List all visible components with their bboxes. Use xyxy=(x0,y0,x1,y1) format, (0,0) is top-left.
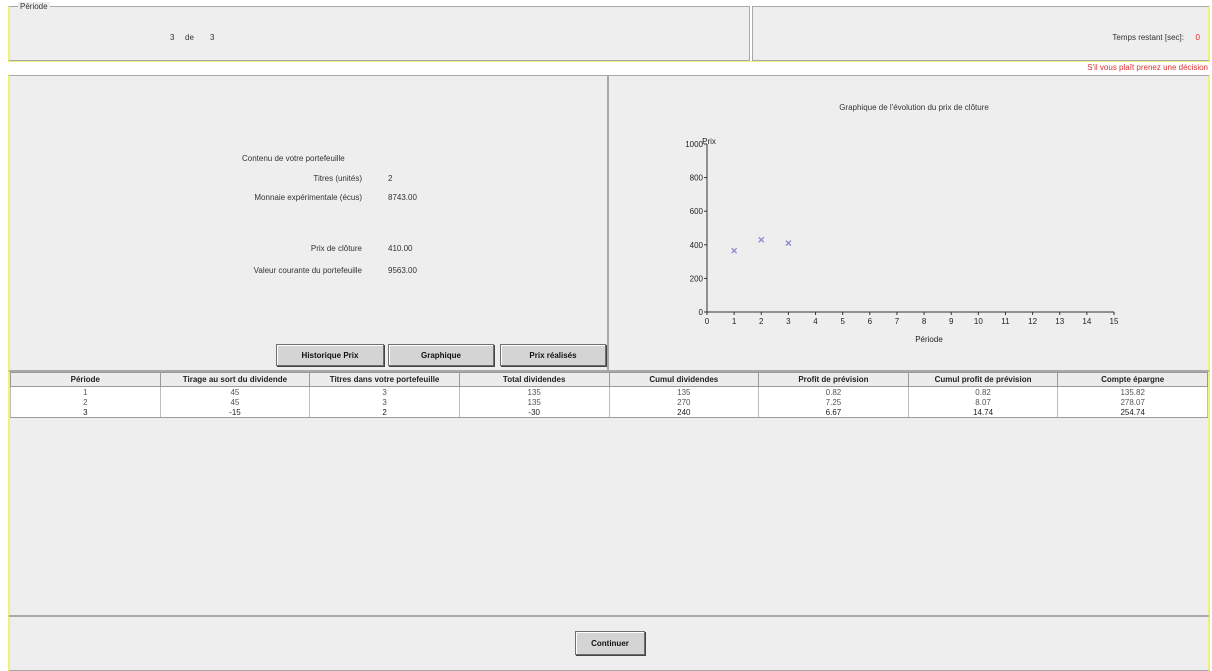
x-tick-label: 10 xyxy=(974,317,983,326)
y-tick-label: 600 xyxy=(690,207,704,216)
data-point xyxy=(785,240,792,247)
total-periods: 3 xyxy=(210,33,215,42)
column-header: Titres dans votre portefeuille xyxy=(309,372,460,387)
table-row: 2 45 3 135 270 7.25 8.07 278.07 xyxy=(10,397,1208,407)
table-row: 3 -15 2 -30 240 6.67 14.74 254.74 xyxy=(10,407,1208,418)
x-tick-label: 14 xyxy=(1082,317,1091,326)
column-header: Total dividendes xyxy=(458,372,610,387)
column-header: Cumul dividendes xyxy=(608,372,760,387)
decision-warning: S'il vous plaît prenez une décision xyxy=(1087,63,1208,72)
table-cell: 3 xyxy=(309,386,460,397)
graph-button[interactable]: Graphique xyxy=(388,344,494,366)
separator-strip: S'il vous plaît prenez une décision xyxy=(8,61,1210,75)
x-tick-label: 2 xyxy=(759,317,764,326)
x-tick-label: 8 xyxy=(922,317,927,326)
time-panel: Temps restant [sec]: 0 xyxy=(752,6,1210,61)
x-tick-label: 0 xyxy=(705,317,710,326)
current-value-label: Valeur courante du portefeuille xyxy=(253,266,362,275)
table-cell: 7.25 xyxy=(758,397,909,407)
x-tick-label: 15 xyxy=(1110,317,1119,326)
table-cell: -30 xyxy=(458,407,610,418)
x-tick-label: 12 xyxy=(1028,317,1037,326)
table-cell: 3 xyxy=(10,407,161,418)
y-tick-label: 400 xyxy=(690,241,704,250)
column-header: Profit de prévision xyxy=(758,372,909,387)
y-tick-label: 0 xyxy=(699,308,704,317)
table-cell: 270 xyxy=(608,397,760,407)
x-tick-label: 5 xyxy=(840,317,845,326)
table-cell: 254.74 xyxy=(1057,407,1208,418)
x-tick-label: 1 xyxy=(732,317,737,326)
x-tick-label: 11 xyxy=(1001,317,1010,326)
chart-title: Graphique de l'évolution du prix de clôt… xyxy=(839,103,989,112)
chart-y-label: Prix xyxy=(702,137,716,146)
continue-button[interactable]: Continuer xyxy=(575,631,645,655)
table-cell: 3 xyxy=(309,397,460,407)
table-cell: 2 xyxy=(309,407,460,418)
time-remaining-value: 0 xyxy=(1195,33,1200,42)
table-cell: 0.82 xyxy=(758,386,909,397)
table-cell: 135 xyxy=(458,386,610,397)
column-header: Période xyxy=(10,372,161,387)
close-price-label: Prix de clôture xyxy=(310,244,362,253)
table-cell: 6.67 xyxy=(758,407,909,418)
table-cell: -15 xyxy=(159,407,311,418)
table-cell: 0.82 xyxy=(907,386,1059,397)
table-cell: 1 xyxy=(10,386,161,397)
x-tick-label: 13 xyxy=(1055,317,1064,326)
table-cell: 135 xyxy=(608,386,760,397)
portfolio-panel: Contenu de votre portefeuille Titres (un… xyxy=(8,75,608,371)
x-tick-label: 3 xyxy=(786,317,791,326)
table-cell: 240 xyxy=(608,407,760,418)
column-header: Cumul profit de prévision xyxy=(907,372,1059,387)
y-tick-label: 1000 xyxy=(685,140,703,149)
x-tick-label: 7 xyxy=(895,317,900,326)
table-cell: 278.07 xyxy=(1057,397,1208,407)
y-tick-label: 200 xyxy=(690,274,704,283)
table-cell: 2 xyxy=(10,397,161,407)
history-table: Période Tirage au sort du dividende Titres… xyxy=(10,372,1208,418)
table-cell: 45 xyxy=(159,397,311,407)
titles-value: 2 xyxy=(388,174,393,183)
realized-prices-button[interactable]: Prix réalisés xyxy=(500,344,606,366)
data-point xyxy=(758,236,765,243)
period-of-label: de xyxy=(185,33,194,42)
x-tick-label: 9 xyxy=(949,317,954,326)
price-history-button[interactable]: Historique Prix xyxy=(276,344,384,366)
chart-panel: Graphique de l'évolution du prix de clôt… xyxy=(608,75,1210,371)
period-panel: Période 3 de 3 xyxy=(8,2,750,61)
column-header: Tirage au sort du dividende xyxy=(159,372,311,387)
current-period: 3 xyxy=(170,33,175,42)
x-tick-label: 6 xyxy=(868,317,873,326)
table-row: 1 45 3 135 135 0.82 0.82 135.82 xyxy=(10,386,1208,397)
history-table-panel: Période Tirage au sort du dividende Titres… xyxy=(8,371,1210,616)
money-label: Monnaie expérimentale (écus) xyxy=(254,193,362,202)
table-cell: 45 xyxy=(159,386,311,397)
time-remaining-label: Temps restant [sec]: xyxy=(1112,33,1184,42)
current-value-value: 9563.00 xyxy=(388,266,417,275)
table-cell: 8.07 xyxy=(907,397,1059,407)
x-tick-label: 4 xyxy=(813,317,818,326)
chart-x-label: Période xyxy=(915,335,943,344)
table-cell: 135 xyxy=(458,397,610,407)
period-legend: Période xyxy=(18,2,50,11)
table-cell: 14.74 xyxy=(907,407,1059,418)
footer-panel: Continuer xyxy=(8,616,1210,671)
closing-price-chart: Graphique de l'évolution du prix de clôt… xyxy=(685,103,1119,344)
data-point xyxy=(731,247,738,254)
money-value: 8743.00 xyxy=(388,193,417,202)
y-tick-label: 800 xyxy=(690,174,704,183)
titles-label: Titres (unités) xyxy=(313,174,362,183)
column-header: Compte épargne xyxy=(1057,372,1208,387)
close-price-value: 410.00 xyxy=(388,244,413,253)
table-cell: 135.82 xyxy=(1057,386,1208,397)
portfolio-title: Contenu de votre portefeuille xyxy=(242,154,345,163)
